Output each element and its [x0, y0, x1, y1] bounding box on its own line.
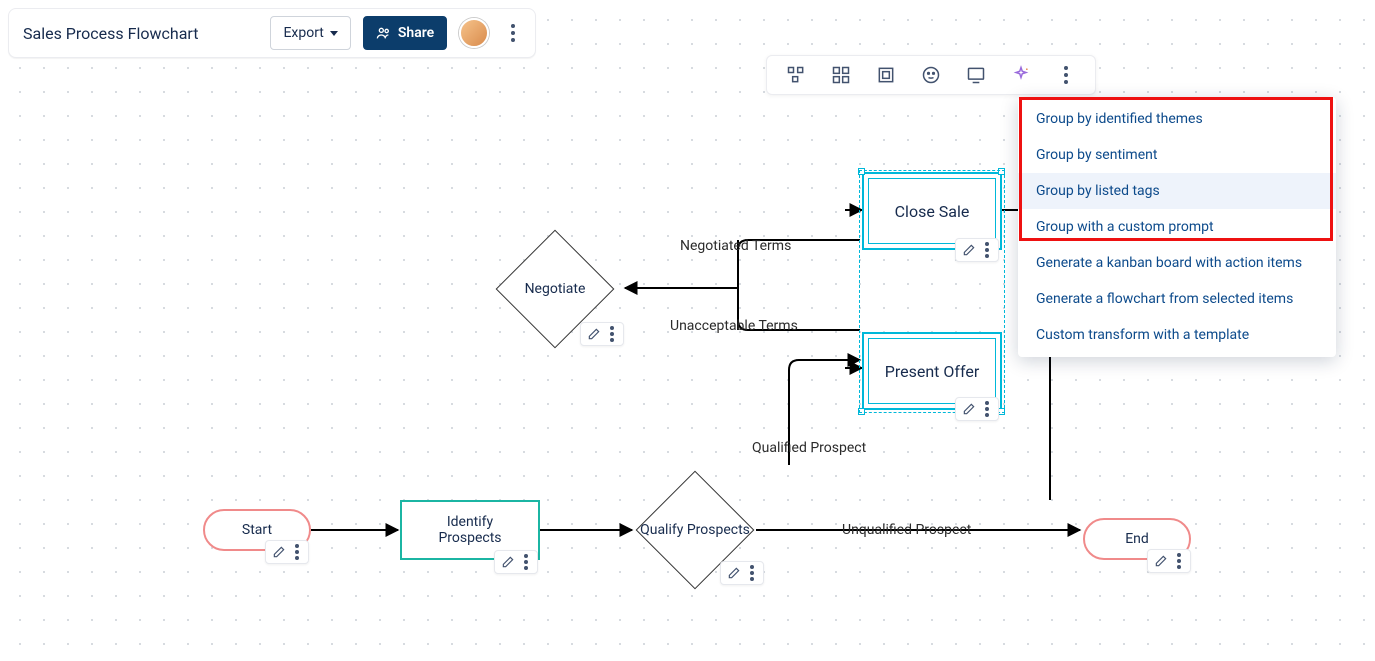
- avatar[interactable]: [459, 18, 489, 48]
- topbar-more-button[interactable]: [501, 24, 525, 42]
- edge-qualified-prospect: Qualified Prospect: [752, 440, 866, 456]
- node-more-icon[interactable]: [521, 554, 531, 570]
- selection-handle[interactable]: [858, 168, 865, 175]
- node-more-icon[interactable]: [747, 565, 757, 581]
- node-end-tools[interactable]: [1147, 549, 1191, 573]
- node-identify-label: Identify Prospects: [420, 514, 520, 546]
- edge-negotiated-terms: Negotiated Terms: [680, 238, 791, 254]
- menu-item-sentiment[interactable]: Group by sentiment: [1018, 137, 1336, 173]
- edit-icon[interactable]: [1154, 554, 1168, 568]
- node-identify-tools[interactable]: [494, 550, 538, 574]
- node-more-icon[interactable]: [982, 242, 992, 258]
- edit-icon[interactable]: [501, 555, 515, 569]
- menu-item-template[interactable]: Custom transform with a template: [1018, 317, 1336, 353]
- export-label: Export: [283, 25, 323, 41]
- toolbar-more-button[interactable]: [1054, 66, 1078, 84]
- grid-group-icon[interactable]: [829, 63, 853, 87]
- node-end-label: End: [1125, 531, 1149, 547]
- node-more-icon[interactable]: [607, 326, 617, 342]
- node-start-label: Start: [242, 522, 272, 538]
- menu-item-custom-prompt[interactable]: Group with a custom prompt: [1018, 209, 1336, 245]
- selection-handle[interactable]: [858, 408, 865, 415]
- edit-icon[interactable]: [727, 566, 741, 580]
- edit-icon[interactable]: [962, 243, 976, 257]
- topbar: Sales Process Flowchart Export Share: [8, 8, 536, 58]
- menu-item-flowchart[interactable]: Generate a flowchart from selected items: [1018, 281, 1336, 317]
- node-close-label: Close Sale: [864, 174, 1000, 248]
- selection-handle[interactable]: [998, 408, 1005, 415]
- chevron-down-icon: [330, 31, 338, 36]
- ai-actions-menu: Group by identified themes Group by sent…: [1018, 97, 1336, 357]
- selection-toolbar: [766, 55, 1096, 95]
- node-more-icon[interactable]: [982, 401, 992, 417]
- node-negotiate-tools[interactable]: [580, 322, 624, 346]
- menu-item-tags[interactable]: Group by listed tags: [1018, 173, 1336, 209]
- page-title: Sales Process Flowchart: [23, 24, 198, 43]
- edit-icon[interactable]: [587, 327, 601, 341]
- node-negotiate-label: Negotiate: [495, 281, 615, 297]
- menu-item-kanban[interactable]: Generate a kanban board with action item…: [1018, 245, 1336, 281]
- node-present-tools[interactable]: [955, 397, 999, 421]
- people-icon: [376, 25, 392, 41]
- presentation-icon[interactable]: [964, 63, 988, 87]
- node-qualify-tools[interactable]: [720, 561, 764, 585]
- export-button[interactable]: Export: [270, 16, 350, 50]
- sparkle-icon[interactable]: [1009, 63, 1033, 87]
- edit-icon[interactable]: [962, 402, 976, 416]
- tidy-icon[interactable]: [784, 63, 808, 87]
- share-button[interactable]: Share: [363, 16, 447, 50]
- menu-item-themes[interactable]: Group by identified themes: [1018, 101, 1336, 137]
- selection-handle[interactable]: [998, 168, 1005, 175]
- node-close-tools[interactable]: [955, 238, 999, 262]
- node-start-tools[interactable]: [265, 540, 309, 564]
- edge-unqualified-prospect: Unqualified Prospect: [842, 522, 971, 538]
- node-more-icon[interactable]: [1174, 553, 1184, 569]
- node-more-icon[interactable]: [292, 544, 302, 560]
- frame-icon[interactable]: [874, 63, 898, 87]
- node-qualify-label: Qualify Prospects: [635, 522, 755, 538]
- edit-icon[interactable]: [272, 545, 286, 559]
- color-icon[interactable]: [919, 63, 943, 87]
- share-label: Share: [398, 25, 434, 41]
- edge-unacceptable-terms: Unacceptable Terms: [670, 318, 798, 334]
